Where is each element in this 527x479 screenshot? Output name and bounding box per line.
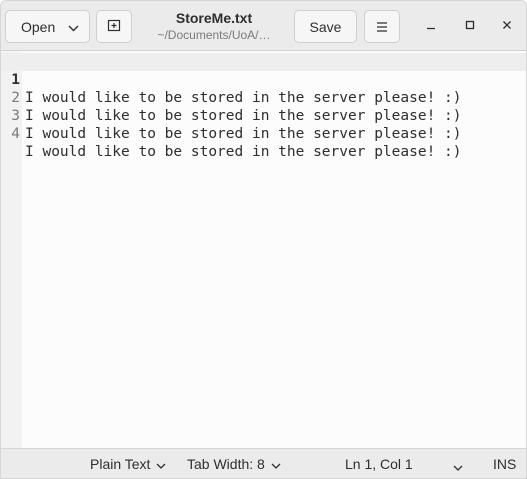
save-button[interactable]: Save bbox=[294, 10, 357, 43]
text-line[interactable]: 1 I would like to be stored in the serve… bbox=[1, 53, 526, 106]
cursor-position[interactable]: Ln 1, Col 1 bbox=[345, 456, 413, 472]
chevron-down-icon bbox=[453, 458, 463, 474]
chevron-down-icon bbox=[271, 456, 281, 472]
text-line[interactable]: 2 I would like to be stored in the serve… bbox=[1, 71, 461, 124]
line-number: 4 bbox=[11, 126, 20, 142]
text-editor-area[interactable]: 1 I would like to be stored in the serve… bbox=[1, 52, 526, 448]
window-title-area: StoreMe.txt ~/Documents/UoA/… bbox=[141, 10, 287, 43]
main-menu-button[interactable] bbox=[364, 10, 400, 43]
chevron-down-icon bbox=[156, 456, 166, 472]
close-button[interactable] bbox=[495, 14, 519, 38]
minimize-icon bbox=[426, 17, 436, 35]
tab-width-selector[interactable]: Tab Width: 8 bbox=[187, 456, 281, 472]
hamburger-menu-icon bbox=[376, 19, 388, 35]
header-bar: Open StoreMe.txt ~/Documents/UoA/… Save bbox=[1, 1, 526, 51]
line-text[interactable]: I would like to be stored in the server … bbox=[25, 89, 462, 107]
text-line[interactable]: 4 I would like to be stored in the serve… bbox=[1, 107, 461, 160]
new-tab-icon bbox=[107, 18, 121, 35]
tab-width-label: Tab Width: 8 bbox=[187, 456, 265, 472]
chevron-down-icon bbox=[68, 19, 79, 35]
insert-mode-indicator[interactable]: INS bbox=[493, 456, 516, 472]
status-bar: Plain Text Tab Width: 8 Ln 1, Col 1 INS bbox=[1, 448, 526, 478]
close-icon bbox=[502, 17, 512, 35]
text-editor-window: Open StoreMe.txt ~/Documents/UoA/… Save bbox=[0, 0, 527, 479]
line-text[interactable]: I would like to be stored in the server … bbox=[25, 125, 462, 143]
minimize-button[interactable] bbox=[419, 14, 443, 38]
maximize-icon bbox=[465, 17, 475, 35]
open-button[interactable]: Open bbox=[5, 10, 90, 43]
cursor-position-label: Ln 1, Col 1 bbox=[345, 456, 413, 472]
maximize-button[interactable] bbox=[458, 14, 482, 38]
text-line[interactable]: 3 I would like to be stored in the serve… bbox=[1, 89, 461, 142]
document-path: ~/Documents/UoA/… bbox=[157, 28, 271, 42]
language-selector[interactable]: Plain Text bbox=[90, 456, 166, 472]
document-title: StoreMe.txt bbox=[175, 10, 253, 26]
open-button-label: Open bbox=[21, 18, 56, 35]
line-text[interactable]: I would like to be stored in the server … bbox=[25, 107, 462, 125]
line-text[interactable]: I would like to be stored in the server … bbox=[25, 143, 462, 161]
position-dropdown[interactable] bbox=[453, 458, 463, 474]
language-label: Plain Text bbox=[90, 456, 151, 472]
insert-mode-label: INS bbox=[493, 456, 517, 472]
new-tab-button[interactable] bbox=[96, 10, 132, 43]
